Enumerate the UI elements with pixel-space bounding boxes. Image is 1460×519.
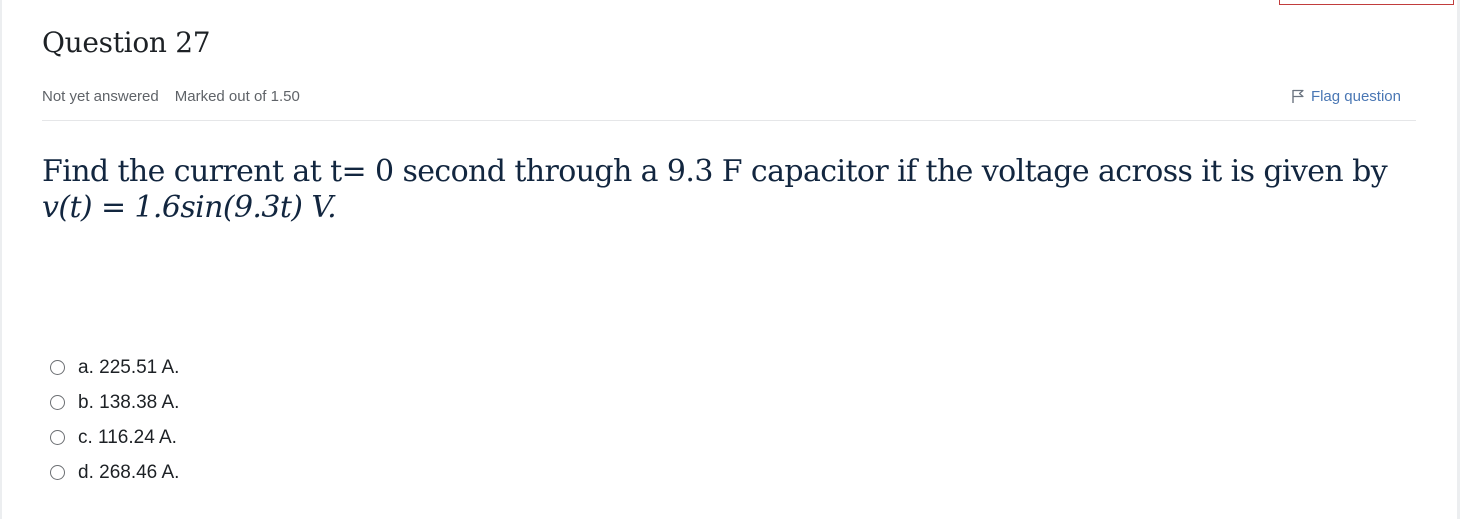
answer-label-a: a. 225.51 A. — [78, 356, 180, 378]
page-left-border — [0, 0, 2, 519]
question-title: Question 27 — [42, 26, 211, 59]
answer-option-c[interactable]: c. 116.24 A. — [50, 420, 179, 455]
answer-options: a. 225.51 A. b. 138.38 A. c. 116.24 A. d… — [50, 350, 179, 490]
answer-label-b: b. 138.38 A. — [78, 391, 180, 413]
question-info: Not yet answered Marked out of 1.50 — [42, 88, 300, 105]
question-prompt: Find the current at t= 0 second through … — [42, 154, 1388, 189]
top-right-box-edge — [1279, 0, 1454, 5]
answer-option-d[interactable]: d. 268.46 A. — [50, 455, 179, 490]
flag-icon — [1291, 89, 1305, 104]
flag-question-link[interactable]: Flag question — [1291, 88, 1401, 105]
radio-unchecked-icon[interactable] — [50, 465, 65, 480]
flag-question-label: Flag question — [1310, 88, 1401, 105]
question-page: Question 27 Not yet answered Marked out o… — [0, 0, 1460, 519]
question-status: Not yet answered — [42, 88, 159, 105]
radio-unchecked-icon[interactable] — [50, 395, 65, 410]
voltage-equation: v(t) = 1.6sin(9.3t) V. — [42, 190, 337, 225]
radio-unchecked-icon[interactable] — [50, 360, 65, 375]
question-marks: Marked out of 1.50 — [174, 88, 300, 105]
header-divider — [42, 120, 1416, 121]
radio-unchecked-icon[interactable] — [50, 430, 65, 445]
question-text: Find the current at t= 0 second through … — [42, 154, 1422, 226]
answer-option-a[interactable]: a. 225.51 A. — [50, 350, 179, 385]
answer-label-c: c. 116.24 A. — [78, 426, 177, 448]
answer-option-b[interactable]: b. 138.38 A. — [50, 385, 179, 420]
answer-label-d: d. 268.46 A. — [78, 461, 180, 483]
